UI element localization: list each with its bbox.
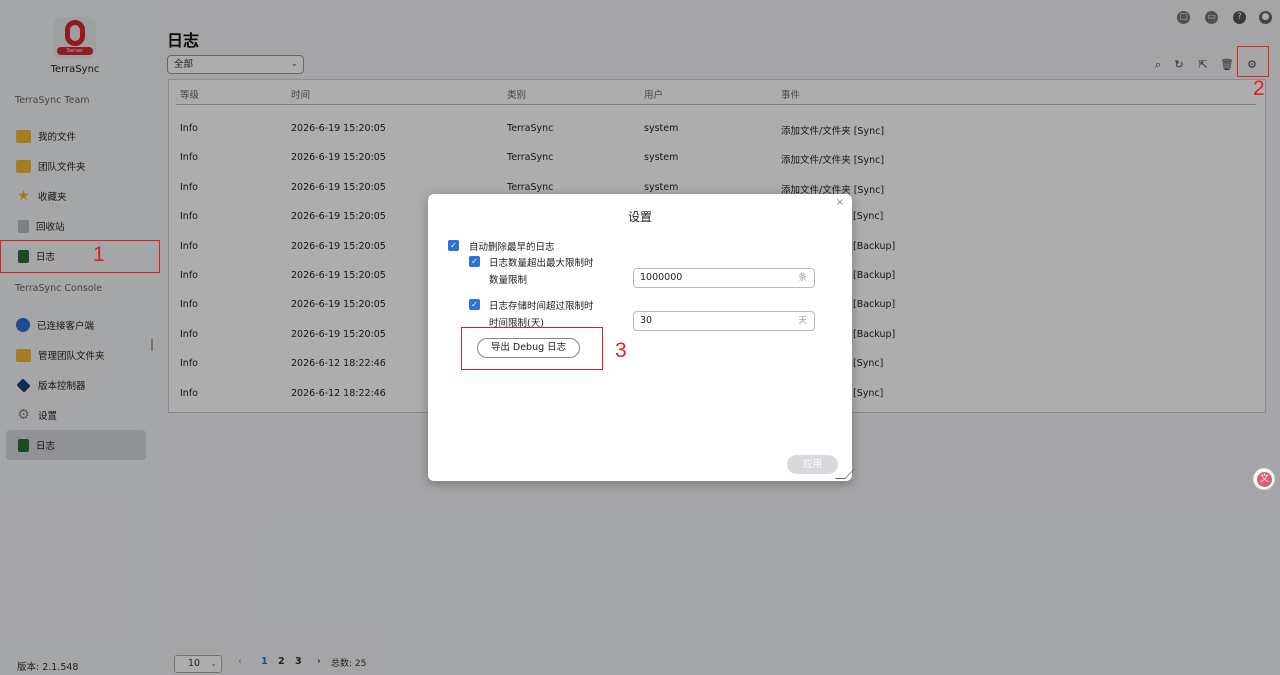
- count-limit-label: 数量限制: [489, 275, 528, 286]
- time-limit-checkbox[interactable]: ✓: [469, 299, 480, 310]
- annotation-number-2: 2: [1253, 77, 1265, 100]
- annotation-number-3: 3: [615, 339, 627, 362]
- count-exceed-label: 日志数量超出最大限制时: [489, 258, 594, 269]
- translate-button[interactable]: 文: [1253, 468, 1275, 490]
- annotation-box-1: [0, 240, 160, 273]
- time-limit-input[interactable]: 30 天: [633, 311, 815, 331]
- apply-button[interactable]: 应用: [787, 455, 838, 474]
- time-exceed-label: 日志存储时间超过限制时: [489, 301, 594, 312]
- translate-icon: 文: [1257, 472, 1272, 487]
- dialog-title: 设置: [627, 210, 652, 224]
- close-icon[interactable]: ×: [836, 197, 844, 208]
- annotation-box-3: [461, 327, 603, 370]
- annotation-box-2: [1237, 46, 1269, 77]
- auto-delete-label: 自动删除最早的日志: [469, 242, 555, 253]
- count-limit-input[interactable]: 1000000 条: [633, 268, 815, 288]
- count-limit-checkbox[interactable]: ✓: [469, 256, 480, 267]
- annotation-number-1: 1: [93, 243, 105, 266]
- auto-delete-checkbox[interactable]: ✓: [448, 240, 459, 251]
